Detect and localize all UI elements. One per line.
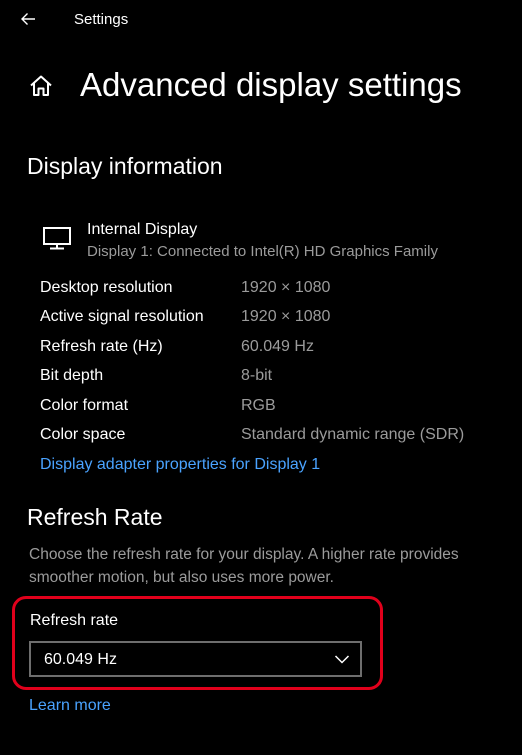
refresh-rate-dropdown-label: Refresh rate [30, 612, 119, 629]
back-button[interactable] [16, 6, 42, 32]
info-row-refresh-rate: Refresh rate (Hz) 60.049 Hz [40, 338, 520, 362]
title-bar: Settings [0, 0, 522, 40]
page-title: Advanced display settings [80, 66, 462, 103]
display-adapter-properties-link[interactable]: Display adapter properties for Display 1 [40, 456, 320, 474]
info-row-color-space: Color space Standard dynamic range (SDR) [40, 426, 520, 450]
info-value: Standard dynamic range (SDR) [241, 426, 465, 443]
info-value: 1920 × 1080 [241, 279, 331, 296]
info-value: 60.049 Hz [241, 338, 314, 355]
learn-more-link[interactable]: Learn more [29, 697, 111, 715]
info-label: Color format [40, 397, 129, 414]
window-title: Settings [74, 11, 129, 28]
info-label: Refresh rate (Hz) [40, 338, 163, 355]
back-arrow-icon [21, 13, 35, 25]
info-row-active-signal-resolution: Active signal resolution 1920 × 1080 [40, 308, 520, 332]
display-connection: Display 1: Connected to Intel(R) HD Grap… [87, 243, 438, 260]
refresh-rate-dropdown[interactable]: 60.049 Hz [29, 641, 362, 677]
home-icon[interactable] [28, 73, 54, 99]
refresh-rate-description: Choose the refresh rate for your display… [29, 546, 459, 586]
monitor-icon [43, 227, 71, 250]
display-name: Internal Display [87, 221, 198, 238]
info-label: Bit depth [40, 367, 104, 384]
info-value: 1920 × 1080 [241, 308, 331, 325]
info-label: Desktop resolution [40, 279, 173, 296]
display-information-heading: Display information [27, 153, 223, 179]
refresh-rate-heading: Refresh Rate [27, 504, 163, 530]
info-value: RGB [241, 397, 276, 414]
info-row-color-format: Color format RGB [40, 397, 520, 421]
info-row-bit-depth: Bit depth 8-bit [40, 367, 520, 391]
chevron-down-icon [334, 655, 350, 664]
info-label: Color space [40, 426, 126, 443]
info-label: Active signal resolution [40, 308, 204, 325]
refresh-rate-selected-value: 60.049 Hz [44, 651, 117, 668]
info-value: 8-bit [241, 367, 273, 384]
info-row-desktop-resolution: Desktop resolution 1920 × 1080 [40, 279, 520, 303]
